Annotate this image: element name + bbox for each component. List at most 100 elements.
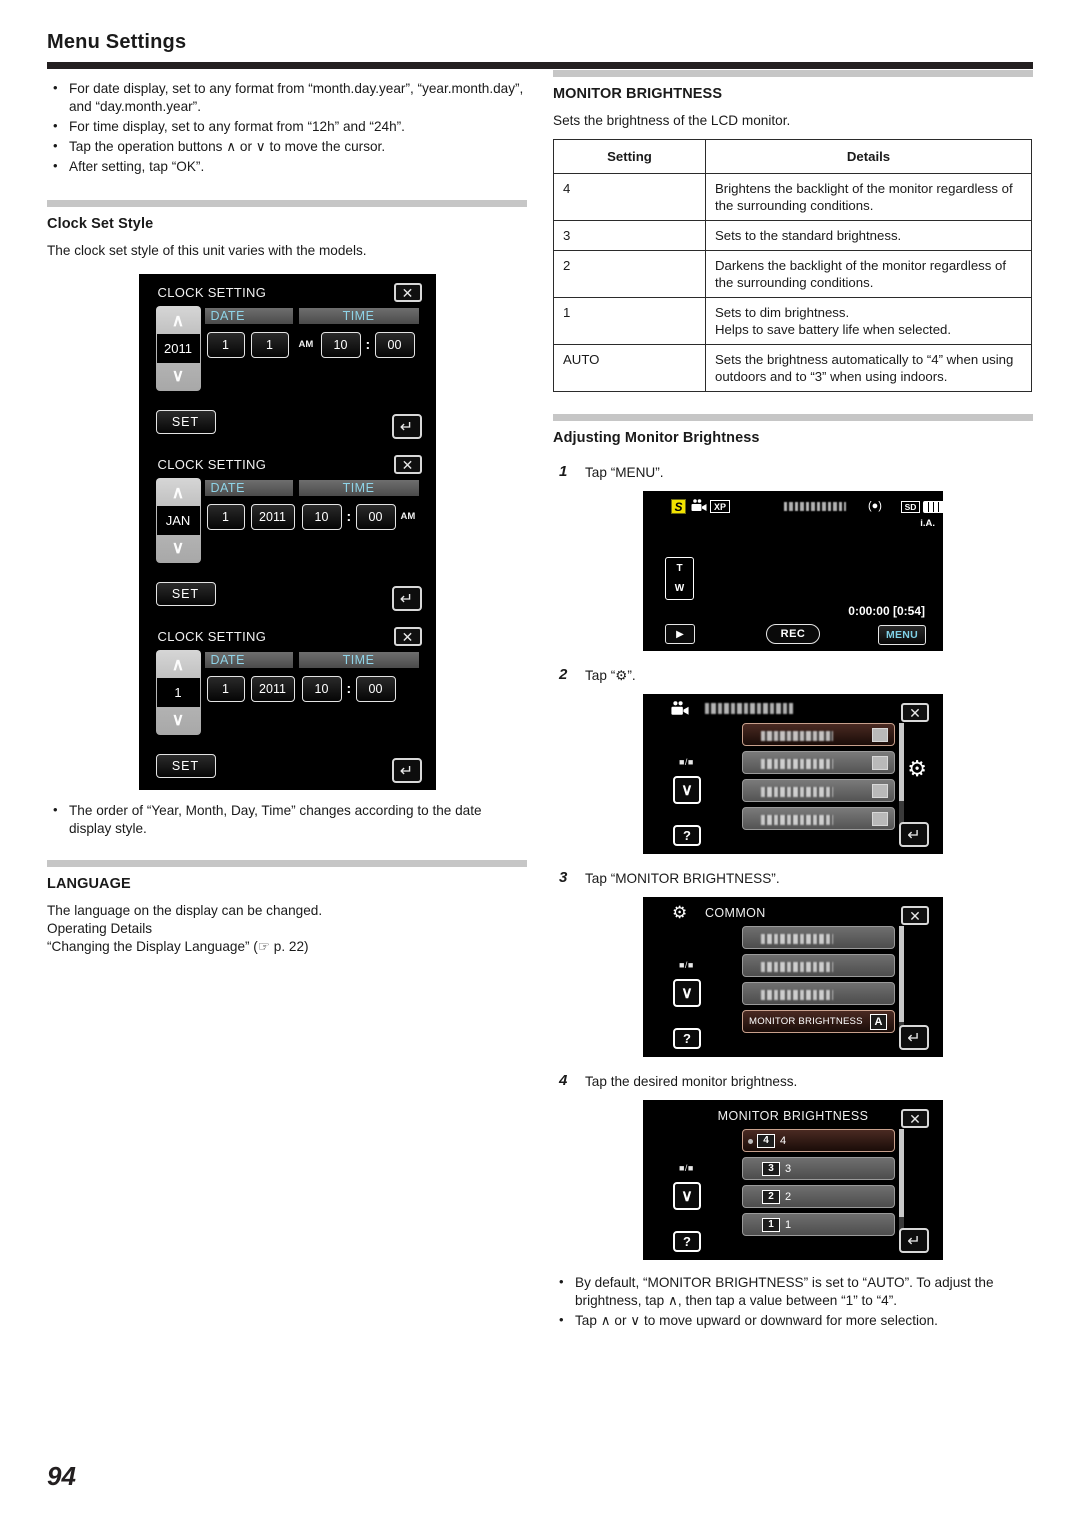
list-item-brightness-1[interactable]: 1 1 — [742, 1213, 895, 1236]
help-icon[interactable]: ? — [673, 825, 701, 846]
list-item: For date display, set to any format from… — [47, 79, 527, 116]
list-item[interactable] — [742, 723, 895, 746]
blurred-item-label — [761, 934, 833, 944]
spinner-value: 1 — [156, 678, 200, 707]
clock-setting-screen-3: CLOCK SETTING ✕ ∧ 1 ∨ DATE TIME 1 2011 1… — [138, 618, 436, 790]
chevron-up-icon[interactable]: ∧ — [156, 480, 201, 506]
value-spinner[interactable]: ∧ 1 ∨ — [155, 650, 201, 735]
value-spinner[interactable]: ∧ 2011 ∨ — [155, 306, 201, 391]
item-thumbnail-icon — [872, 728, 888, 742]
date-field-2[interactable]: 2011 — [250, 504, 295, 530]
clock-setting-screen-2: CLOCK SETTING ✕ ∧ JAN ∨ DATE TIME 1 2011… — [138, 446, 436, 618]
help-icon[interactable]: ? — [673, 1231, 701, 1252]
hour-field[interactable]: 10 — [301, 676, 342, 702]
clock-set-style-heading: Clock Set Style — [47, 216, 154, 232]
list-item[interactable] — [742, 751, 895, 774]
recording-screen: S XP (●) SD D i.A. T W 0:00:00 [0:54] ▶ — [643, 491, 968, 651]
back-icon[interactable]: ↵ — [391, 586, 422, 611]
zoom-slider[interactable]: T W — [665, 557, 694, 600]
back-icon[interactable]: ↵ — [391, 758, 422, 783]
list-item[interactable] — [742, 954, 895, 977]
menu-item-list: MONITOR BRIGHTNESS A — [742, 926, 895, 1038]
blurred-item-label — [761, 759, 833, 769]
record-button[interactable]: REC — [766, 624, 820, 644]
date-field-1[interactable]: 1 — [206, 332, 245, 358]
close-icon[interactable]: ✕ — [393, 455, 422, 474]
back-icon[interactable]: ↵ — [899, 1025, 929, 1050]
list-item[interactable] — [742, 926, 895, 949]
scrollbar-thumb[interactable] — [899, 1129, 904, 1217]
playback-mode-button[interactable]: ▶ — [665, 624, 695, 644]
menu-item-list — [742, 723, 895, 835]
list-item[interactable] — [742, 779, 895, 802]
blurred-status-text — [784, 502, 846, 511]
chevron-up-icon[interactable]: ∧ — [156, 308, 201, 334]
chevron-down-icon[interactable]: ∨ — [673, 1182, 701, 1210]
hour-field[interactable]: 10 — [301, 504, 342, 530]
date-field-2[interactable]: 2011 — [250, 676, 295, 702]
minute-field[interactable]: 00 — [355, 504, 396, 530]
set-button[interactable]: SET — [155, 410, 216, 434]
date-field-1[interactable]: 1 — [206, 676, 245, 702]
blurred-item-label — [761, 962, 833, 972]
close-icon[interactable]: ✕ — [901, 906, 929, 925]
chevron-down-icon[interactable]: ∨ — [156, 707, 201, 733]
monitor-brightness-description: Sets the brightness of the LCD monitor. — [553, 113, 791, 128]
left-column: For date display, set to any format from… — [47, 78, 527, 956]
back-icon[interactable]: ↵ — [899, 822, 929, 847]
date-field-2[interactable]: 1 — [250, 332, 289, 358]
list-item-brightness-3[interactable]: 3 3 — [742, 1157, 895, 1180]
list-item-brightness-2[interactable]: 2 2 — [742, 1185, 895, 1208]
language-line-3: “Changing the Display Language” (☞ p. 22… — [47, 939, 309, 954]
step-3: 3 Tap “MONITOR BRIGHTNESS”. — [553, 869, 1033, 888]
set-button[interactable]: SET — [155, 582, 216, 606]
list-item-monitor-brightness[interactable]: MONITOR BRIGHTNESS A — [742, 1010, 895, 1033]
chevron-down-icon[interactable]: ∨ — [673, 979, 701, 1007]
list-item-brightness-4[interactable]: 4 4 — [742, 1129, 895, 1152]
chevron-down-icon[interactable]: ∨ — [156, 363, 201, 389]
intro-bullet-list: For date display, set to any format from… — [47, 79, 527, 176]
hour-field[interactable]: 10 — [320, 332, 361, 358]
blurred-item-label — [761, 731, 833, 741]
help-icon[interactable]: ? — [673, 1028, 701, 1049]
cell-setting: 4 — [553, 173, 706, 221]
close-icon[interactable]: ✕ — [901, 703, 929, 722]
language-line-2: Operating Details — [47, 921, 153, 936]
chevron-down-icon[interactable]: ∨ — [156, 535, 201, 561]
back-icon[interactable]: ↵ — [391, 414, 422, 439]
set-button[interactable]: SET — [155, 754, 216, 778]
minute-field[interactable]: 00 — [355, 676, 396, 702]
step-2: 2 Tap “⚙”. — [553, 666, 1033, 685]
chevron-up-icon[interactable]: ∧ — [156, 652, 201, 678]
cell-details: Sets to the standard brightness. — [705, 220, 1032, 251]
close-icon[interactable]: ✕ — [901, 1109, 929, 1128]
list-item[interactable] — [742, 982, 895, 1005]
scrollbar-thumb[interactable] — [899, 723, 904, 801]
timecode-display: 0:00:00 [0:54] — [848, 604, 925, 618]
manual-page: Menu Settings For date display, set to a… — [0, 0, 1080, 1527]
table-header-row: Setting Details — [553, 139, 1032, 174]
value-spinner[interactable]: ∧ JAN ∨ — [155, 478, 201, 563]
language-line-1: The language on the display can be chang… — [47, 903, 323, 918]
date-header: DATE — [204, 480, 293, 496]
spinner-value: 2011 — [156, 334, 200, 363]
chevron-down-icon[interactable]: ∨ — [673, 776, 701, 804]
table-row: 3 Sets to the standard brightness. — [553, 220, 1032, 251]
option-box: 2 — [762, 1189, 780, 1204]
date-field-1[interactable]: 1 — [206, 504, 245, 530]
gear-icon[interactable]: ⚙ — [907, 756, 927, 782]
close-icon[interactable]: ✕ — [393, 283, 422, 302]
blurred-item-label — [761, 787, 833, 797]
column-header-setting: Setting — [553, 139, 706, 174]
list-item[interactable] — [742, 807, 895, 830]
list-item: The order of “Year, Month, Day, Time” ch… — [47, 801, 527, 838]
close-icon[interactable]: ✕ — [393, 627, 422, 646]
time-header: TIME — [298, 652, 419, 668]
option-box: 1 — [762, 1217, 780, 1232]
back-icon[interactable]: ↵ — [899, 1228, 929, 1253]
scene-select-icon: S — [671, 499, 686, 514]
scrollbar-thumb[interactable] — [899, 926, 904, 1022]
option-box: 4 — [757, 1133, 775, 1148]
minute-field[interactable]: 00 — [374, 332, 415, 358]
menu-button[interactable]: MENU — [878, 625, 926, 645]
